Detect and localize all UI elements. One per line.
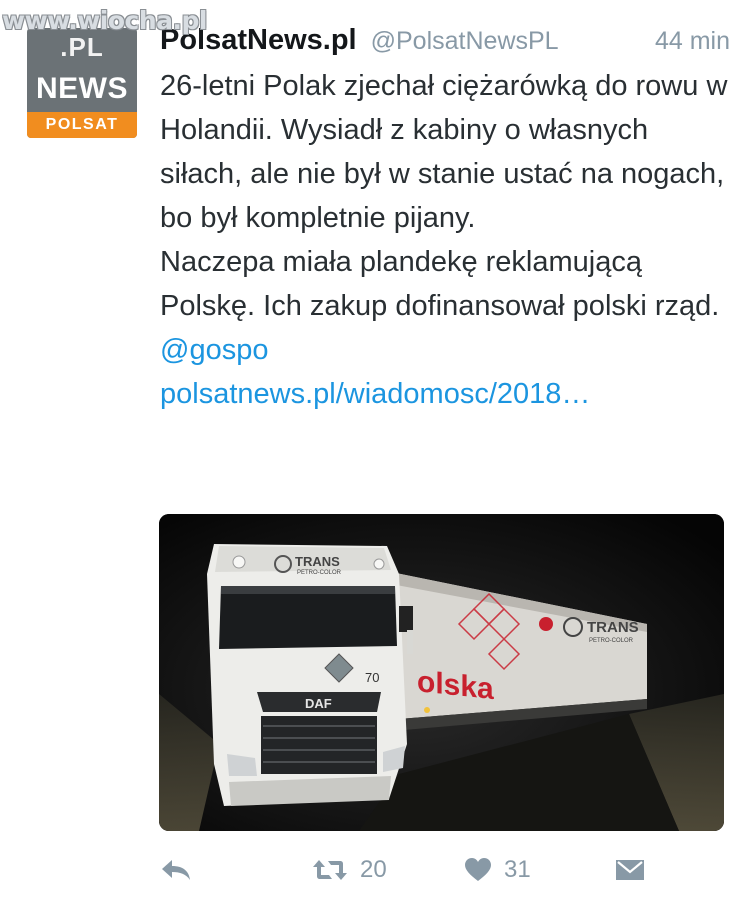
article-link[interactable]: polsatnews.pl/wiadomosc/2018… <box>160 372 735 416</box>
truck-make: DAF <box>305 696 332 711</box>
truck-photo-illustration: olska TRANS PETRO-COLOR TRANS PETRO-COLO… <box>159 514 724 831</box>
retweet-button[interactable]: 20 <box>312 848 387 892</box>
truck-number: 70 <box>365 670 379 685</box>
retweet-count: 20 <box>360 856 387 883</box>
truck-cab: TRANS PETRO-COLOR 70 DAF <box>207 544 413 806</box>
tweet-header: PolsatNews.pl @PolsatNewsPL 44 min <box>160 24 730 60</box>
trailer-subtext: PETRO-COLOR <box>589 638 634 644</box>
envelope-icon <box>616 860 644 880</box>
avatar-news-text: NEWS <box>36 72 128 105</box>
avatar[interactable]: .PL NEWS POLSAT <box>27 28 137 138</box>
heart-icon <box>465 858 491 881</box>
tweet-text: 26-letni Polak zjechał ciężarówką do row… <box>160 64 735 416</box>
tweet-photo[interactable]: olska TRANS PETRO-COLOR TRANS PETRO-COLO… <box>159 514 724 831</box>
avatar-polsat-text: POLSAT <box>27 112 137 138</box>
reply-icon <box>162 860 190 880</box>
tweet-paragraph-1: 26-letni Polak zjechał ciężarówką do row… <box>160 70 728 234</box>
tweet-timestamp[interactable]: 44 min <box>655 27 730 56</box>
retweet-icon <box>313 860 347 880</box>
like-count: 31 <box>504 856 531 883</box>
reply-button[interactable] <box>160 848 192 892</box>
cab-subtext: PETRO-COLOR <box>297 570 342 576</box>
trailer-brand: TRANS <box>587 619 639 636</box>
user-handle[interactable]: @PolsatNewsPL <box>371 27 559 56</box>
site-watermark: www.wiocha.pl <box>2 6 207 35</box>
cab-brand: TRANS <box>295 554 340 569</box>
like-button[interactable]: 31 <box>464 848 531 892</box>
direct-message-button[interactable] <box>615 848 645 892</box>
tweet-actions: 20 31 <box>160 848 660 892</box>
tweet-paragraph-2: Naczepa miała plandekę reklamującą Polsk… <box>160 246 720 322</box>
avatar-pl-text: .PL <box>60 32 104 62</box>
mention-link[interactable]: @gospo <box>160 328 735 372</box>
